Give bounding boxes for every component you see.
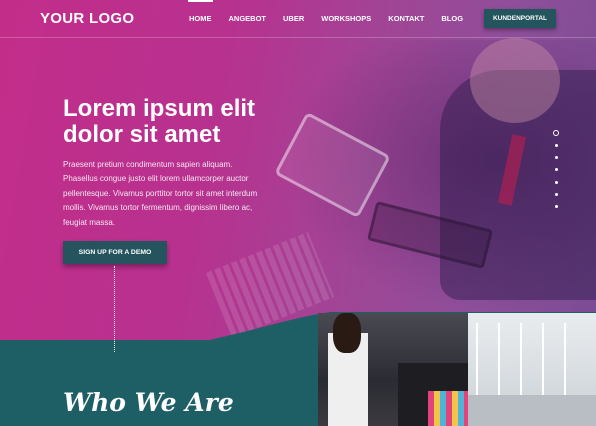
slide-dot[interactable] bbox=[554, 168, 558, 172]
slide-dot[interactable] bbox=[554, 144, 558, 147]
kundenportal-button[interactable]: KUNDENPORTAL bbox=[484, 9, 556, 28]
photo-person bbox=[333, 313, 361, 353]
hero-body-text: Praesent pretium condimentum sapien aliq… bbox=[63, 160, 258, 227]
slide-dot[interactable] bbox=[554, 156, 558, 160]
site-logo[interactable]: YOUR LOGO bbox=[40, 10, 134, 27]
top-navigation-bar: YOUR LOGO HOME ANGEBOT UBER WORKSHOPS KO… bbox=[0, 0, 596, 38]
slide-dot[interactable] bbox=[554, 192, 558, 196]
slide-dot[interactable] bbox=[553, 130, 559, 136]
slide-dot[interactable] bbox=[554, 180, 558, 184]
team-photo-office bbox=[318, 313, 468, 426]
signup-demo-button[interactable]: SIGN UP FOR A DEMO bbox=[63, 241, 167, 264]
hero-headline-line1: Lorem ipsum elit bbox=[63, 95, 256, 122]
section-title-who-we-are: Who We Are bbox=[63, 388, 234, 417]
team-photo-workspace bbox=[468, 313, 596, 426]
photo-desk bbox=[468, 395, 596, 426]
nav-angebot[interactable]: ANGEBOT bbox=[229, 0, 267, 38]
nav-workshops[interactable]: WORKSHOPS bbox=[321, 0, 371, 38]
slide-dot[interactable] bbox=[554, 204, 558, 208]
hero-headline: Lorem ipsum elit dolor sit amet bbox=[63, 96, 263, 148]
hero-photo-head bbox=[470, 38, 560, 123]
nav-uber[interactable]: UBER bbox=[283, 0, 304, 38]
nav-kontakt[interactable]: KONTAKT bbox=[388, 0, 424, 38]
slider-pagination bbox=[553, 130, 559, 217]
nav-blog[interactable]: BLOG bbox=[441, 0, 463, 38]
main-nav: HOME ANGEBOT UBER WORKSHOPS KONTAKT BLOG bbox=[188, 0, 480, 38]
hero-headline-line2: dolor sit amet bbox=[63, 121, 221, 148]
nav-home[interactable]: HOME bbox=[188, 0, 212, 38]
photo-sticky-notes bbox=[428, 391, 468, 426]
